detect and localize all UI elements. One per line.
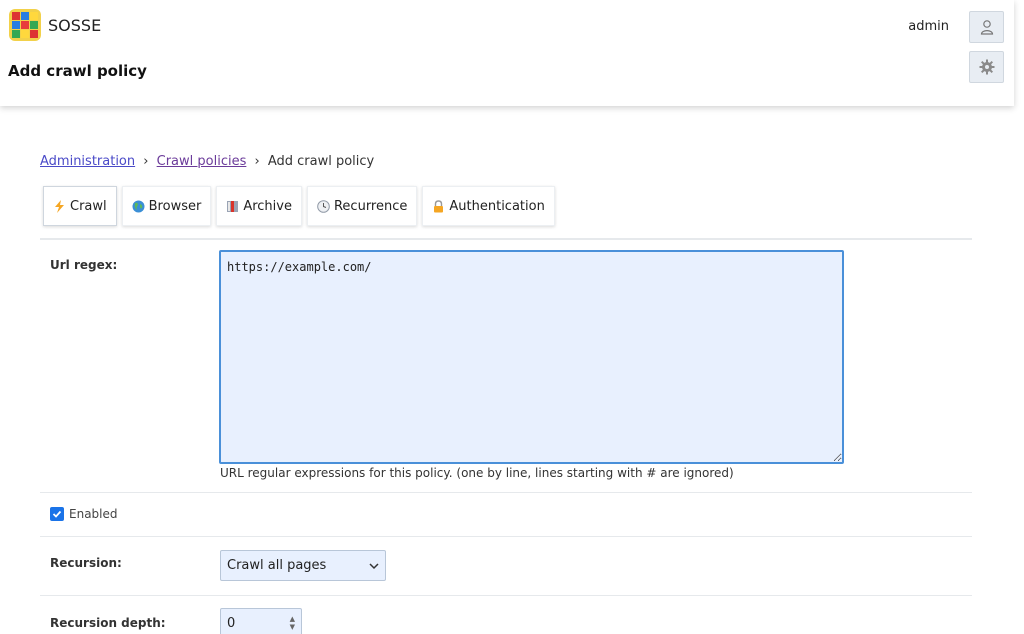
globe-icon [132, 200, 145, 212]
gear-icon [979, 59, 994, 75]
breadcrumb-crawl-policies-link[interactable]: Crawl policies [157, 154, 247, 169]
lightning-icon [55, 199, 64, 213]
sosse-logo-icon [9, 9, 41, 41]
brand[interactable]: SOSSE [8, 8, 101, 42]
breadcrumb-separator: › [254, 154, 260, 169]
chevron-down-icon [369, 562, 379, 569]
tab-label: Archive [243, 198, 292, 214]
breadcrumb: Administration › Crawl policies › Add cr… [40, 154, 374, 169]
recursion-depth-value: 0 [227, 615, 236, 631]
row-divider [40, 492, 972, 493]
breadcrumb-administration-link[interactable]: Administration [40, 154, 135, 169]
tab-label: Authentication [449, 198, 545, 214]
tabs-divider [40, 238, 972, 240]
breadcrumb-current: Add crawl policy [267, 154, 375, 169]
number-spinner[interactable]: ▲ ▼ [290, 615, 295, 631]
recursion-depth-input[interactable]: 0 ▲ ▼ [220, 608, 302, 634]
tab-crawl[interactable]: Crawl [43, 186, 117, 226]
user-icon [980, 20, 993, 35]
recursion-select[interactable]: Crawl all pages [220, 550, 386, 581]
tab-authentication[interactable]: Authentication [422, 186, 555, 226]
tab-label: Crawl [70, 198, 107, 214]
row-divider [40, 536, 972, 537]
tab-recurrence[interactable]: Recurrence [306, 186, 418, 226]
url-regex-label: Url regex: [50, 258, 118, 272]
enabled-label[interactable]: Enabled [69, 507, 118, 521]
recursion-label: Recursion: [50, 556, 122, 570]
recursion-depth-label: Recursion depth: [50, 616, 166, 630]
enabled-checkbox[interactable] [50, 507, 64, 521]
page-title: Add crawl policy [8, 62, 147, 80]
archive-book-icon [227, 200, 239, 212]
row-divider [40, 595, 972, 596]
spin-down-icon[interactable]: ▼ [290, 623, 295, 631]
tab-archive[interactable]: Archive [216, 186, 302, 226]
user-name: admin [908, 19, 949, 34]
tab-browser[interactable]: Browser [121, 186, 212, 226]
settings-button[interactable] [969, 51, 1004, 83]
form-tabs: Crawl Browser Archive Recurrence Authent… [40, 186, 557, 226]
checkmark-icon [52, 510, 62, 518]
app-name: SOSSE [48, 15, 102, 35]
breadcrumb-separator: › [143, 154, 149, 169]
recursion-selected-value: Crawl all pages [227, 558, 327, 573]
lock-icon [434, 199, 444, 212]
tab-label: Recurrence [333, 198, 408, 214]
tab-label: Browser [148, 198, 202, 214]
spin-up-icon[interactable]: ▲ [290, 615, 295, 623]
url-regex-textarea[interactable]: https://example.com/ [219, 250, 844, 464]
top-header: SOSSE Add crawl policy admin [0, 0, 1014, 106]
user-menu-button[interactable] [969, 11, 1004, 43]
url-regex-help: URL regular expressions for this policy.… [220, 466, 734, 480]
clock-icon [317, 199, 330, 213]
